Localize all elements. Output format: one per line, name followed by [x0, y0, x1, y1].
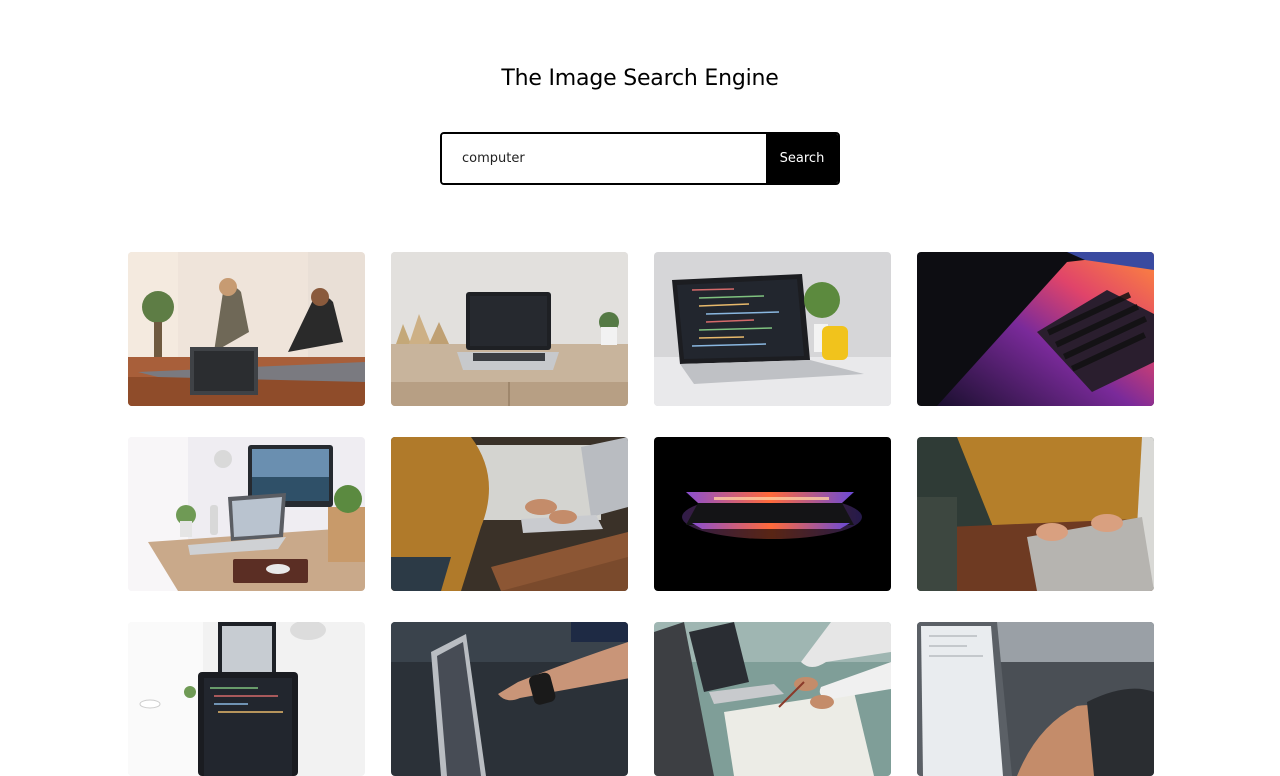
- result-image[interactable]: [391, 622, 628, 776]
- result-image[interactable]: [391, 252, 628, 406]
- result-image[interactable]: [917, 252, 1154, 406]
- search-button[interactable]: Search: [766, 134, 838, 183]
- page-title: The Image Search Engine: [501, 66, 779, 91]
- result-image[interactable]: [128, 437, 365, 591]
- result-image[interactable]: [391, 437, 628, 591]
- result-image[interactable]: [917, 622, 1154, 776]
- result-image[interactable]: [128, 622, 365, 776]
- result-image[interactable]: [654, 252, 891, 406]
- search-input[interactable]: [442, 134, 766, 183]
- search-form: Search: [440, 132, 840, 185]
- result-image[interactable]: [654, 437, 891, 591]
- result-image[interactable]: [128, 252, 365, 406]
- result-image[interactable]: [917, 437, 1154, 591]
- result-image[interactable]: [654, 622, 891, 776]
